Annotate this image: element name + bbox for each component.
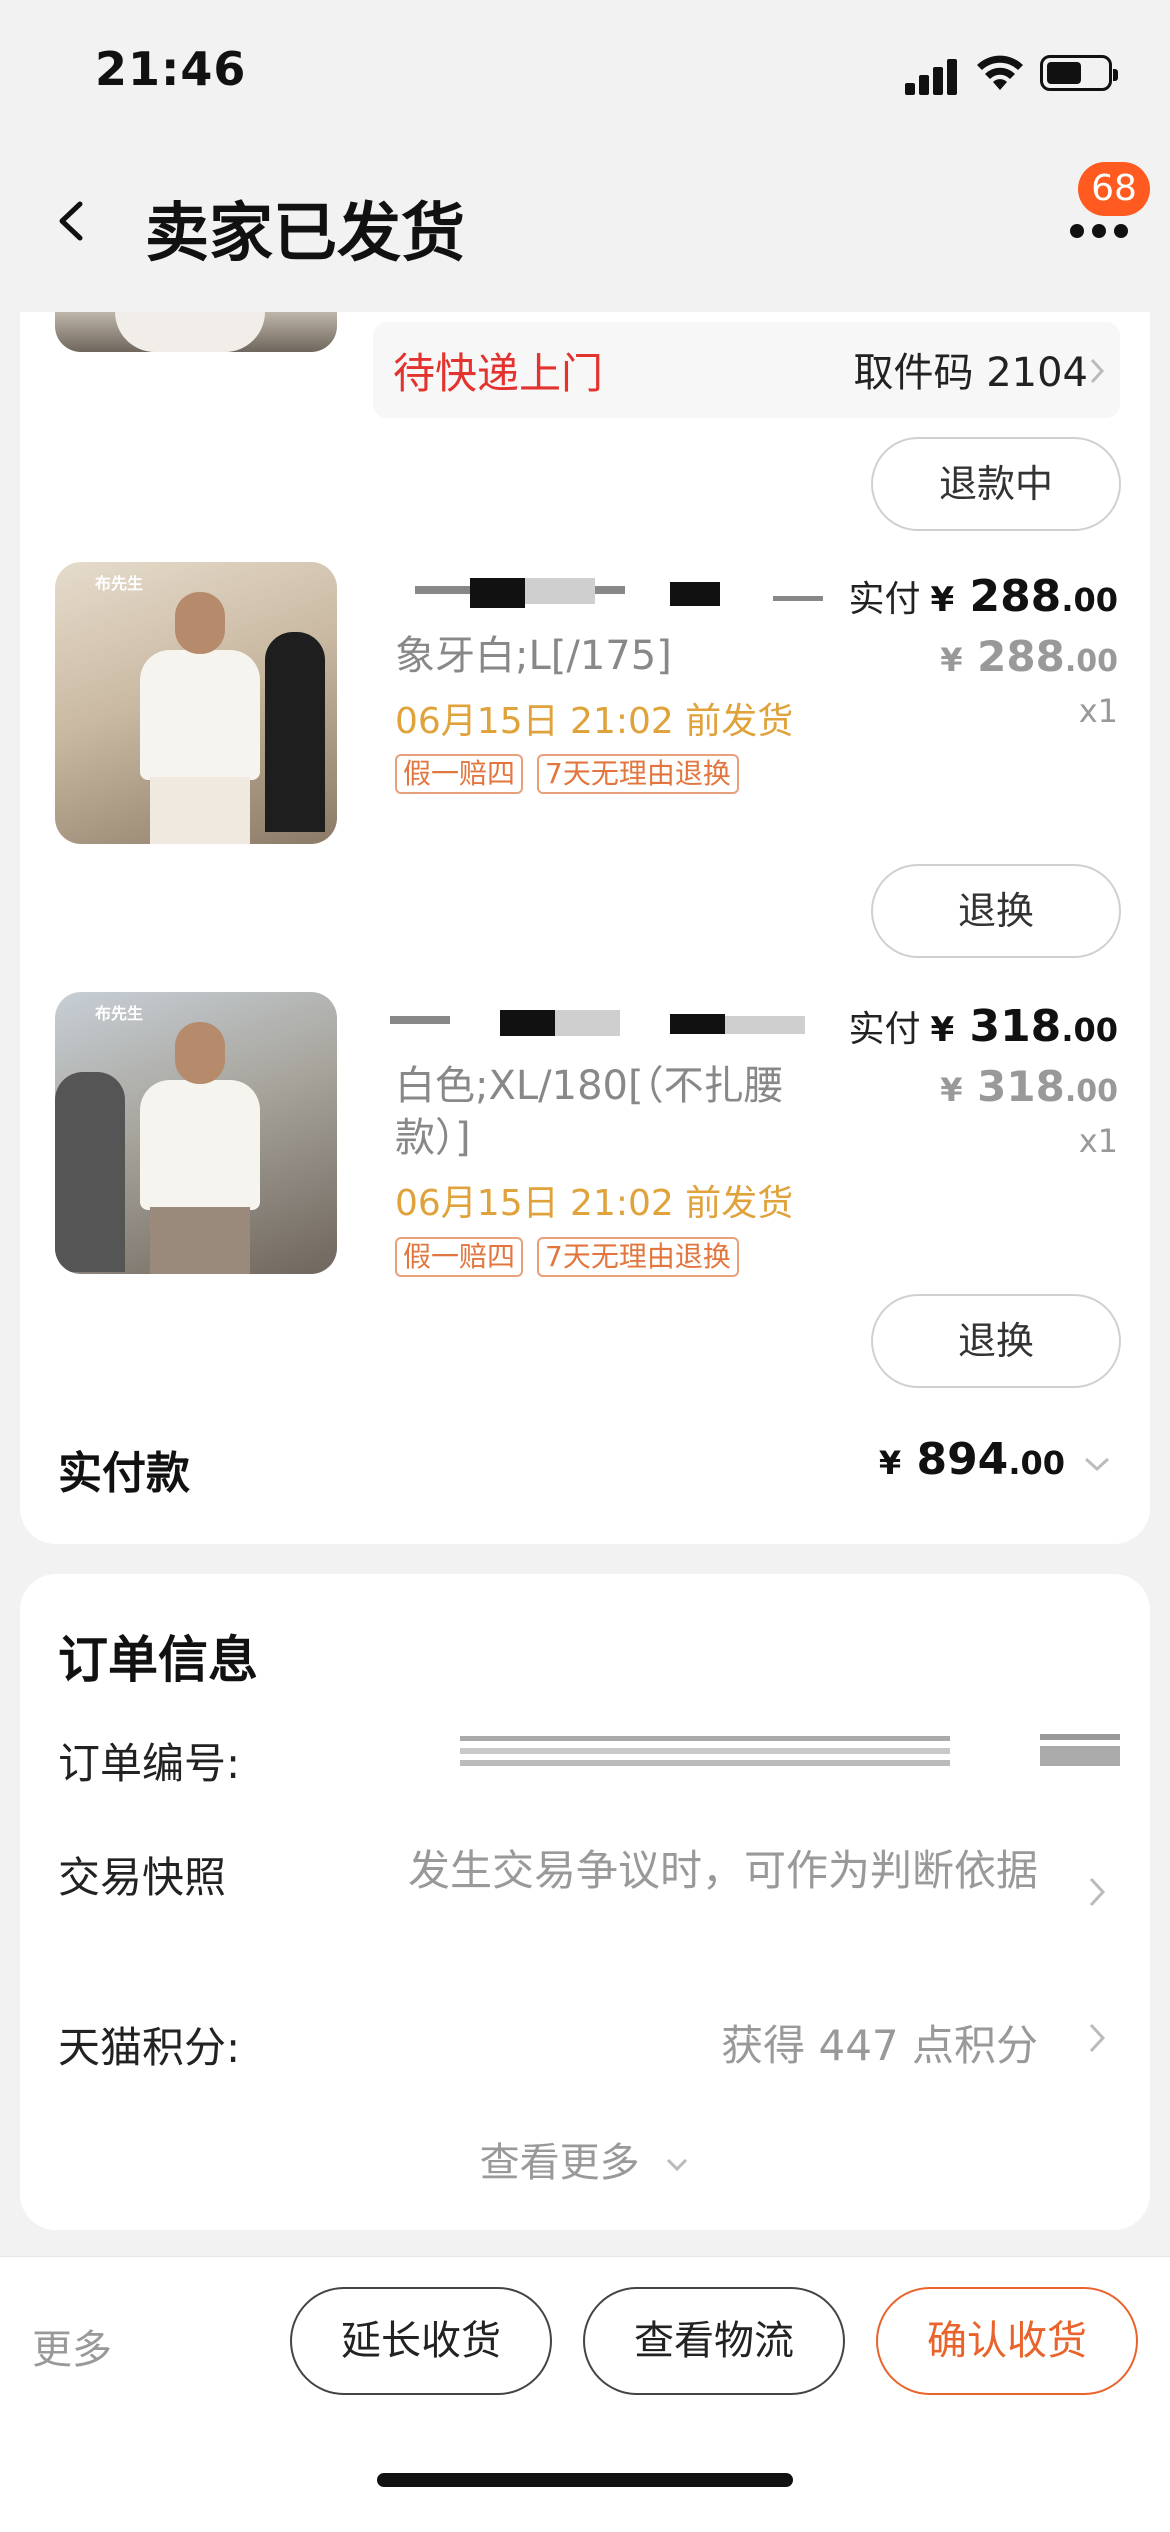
quantity: x1 (1078, 1122, 1118, 1160)
points-value[interactable]: 获得 447 点积分 (721, 2012, 1038, 2073)
more-icon[interactable] (1070, 210, 1140, 250)
see-more-label: 查看更多 (479, 2140, 640, 2186)
exchange-button[interactable]: 退换 (871, 1294, 1121, 1388)
snapshot-description[interactable]: 发生交易争议时，可作为判断依据 (398, 1840, 1038, 1902)
service-tag: 7天无理由退换 (537, 754, 739, 794)
snapshot-label: 交易快照 (58, 1853, 227, 1902)
nav-bar: 卖家已发货 68 (0, 140, 1170, 310)
quantity: x1 (1078, 692, 1118, 730)
product-variant: 象牙白;L[/175] (395, 633, 672, 679)
order-number-redacted (460, 1732, 1120, 1772)
home-indicator[interactable] (377, 2473, 793, 2487)
chevron-right-icon (1090, 358, 1105, 384)
ship-deadline: 06月15日 21:02 前发货 (395, 1183, 794, 1224)
service-tags: 假一赔四 7天无理由退换 (395, 754, 739, 794)
order-number-label: 订单编号: (58, 1739, 241, 1788)
order-item[interactable]: 布先生 白色;XL/180[（不扎腰款）] 06月15日 21:02 前发货 假… (20, 992, 1150, 1292)
chevron-down-icon[interactable] (1082, 1454, 1112, 1474)
total-paid-label: 实付款 (58, 1448, 190, 1499)
product-thumbnail[interactable]: 布先生 (55, 562, 337, 844)
ship-deadline: 06月15日 21:02 前发货 (395, 701, 794, 742)
back-icon[interactable] (48, 196, 98, 246)
message-badge: 68 (1078, 162, 1150, 216)
page-title: 卖家已发货 (145, 197, 465, 271)
product-thumbnail[interactable]: 布先生 (55, 992, 337, 1274)
total-paid-amount[interactable]: ¥ 894.00 (879, 1434, 1065, 1485)
chevron-right-icon[interactable] (1086, 2020, 1108, 2056)
order-info-title: 订单信息 (58, 1631, 258, 1689)
paid-amount: ¥ 288.00 (930, 571, 1118, 622)
service-tag: 假一赔四 (395, 754, 524, 794)
product-variant: 白色;XL/180[（不扎腰款）] (395, 1063, 784, 1161)
paid-price: 实付 ¥ 288.00 (848, 570, 1118, 622)
service-tag: 7天无理由退换 (537, 1237, 739, 1277)
service-tags: 假一赔四 7天无理由退换 (395, 1237, 739, 1277)
paid-label: 实付 (848, 579, 921, 620)
extend-receipt-button[interactable]: 延长收货 (290, 2287, 552, 2395)
refund-in-progress-button[interactable]: 退款中 (871, 437, 1121, 531)
service-tag: 假一赔四 (395, 1237, 524, 1277)
original-price: ¥ 288.00 (940, 632, 1118, 681)
points-label: 天猫积分: (58, 2023, 241, 2072)
paid-price: 实付 ¥ 318.00 (848, 1000, 1118, 1052)
more-link[interactable]: 更多 (32, 2317, 112, 2375)
chevron-right-icon[interactable] (1086, 1874, 1108, 1910)
pickup-row[interactable]: 待快递上门 取件码 2104 (373, 322, 1120, 418)
pickup-status: 待快递上门 (393, 349, 604, 398)
status-bar: 21:46 (0, 0, 1170, 140)
exchange-button[interactable]: 退换 (871, 864, 1121, 958)
view-logistics-button[interactable]: 查看物流 (583, 2287, 845, 2395)
order-items-card: 待快递上门 取件码 2104 退款中 布先生 象牙白;L[/175] 06月15… (20, 312, 1150, 1544)
product-title-redacted (390, 1004, 840, 1038)
original-price: ¥ 318.00 (940, 1062, 1118, 1111)
order-item[interactable]: 布先生 象牙白;L[/175] 06月15日 21:02 前发货 假一赔四 7天… (20, 562, 1150, 862)
confirm-receipt-button[interactable]: 确认收货 (876, 2287, 1138, 2395)
order-info-card: 订单信息 订单编号: 交易快照 发生交易争议时，可作为判断依据 天猫积分: 获得… (20, 1574, 1150, 2230)
brand-logo: 布先生 (95, 1004, 144, 1023)
pickup-code: 取件码 2104 (853, 350, 1088, 396)
chevron-down-icon (667, 2158, 688, 2172)
wifi-icon (977, 55, 1023, 90)
brand-logo: 布先生 (95, 574, 144, 593)
see-more-link[interactable]: 查看更多 (20, 2130, 1150, 2188)
status-time: 21:46 (95, 42, 247, 96)
product-thumbnail[interactable] (55, 312, 337, 352)
product-title-redacted (395, 574, 825, 608)
battery-icon (1040, 55, 1118, 91)
bottom-action-bar: 更多 延长收货 查看物流 确认收货 (0, 2256, 1170, 2532)
paid-amount: ¥ 318.00 (930, 1001, 1118, 1052)
signal-icon (905, 55, 961, 95)
paid-label: 实付 (848, 1009, 921, 1050)
